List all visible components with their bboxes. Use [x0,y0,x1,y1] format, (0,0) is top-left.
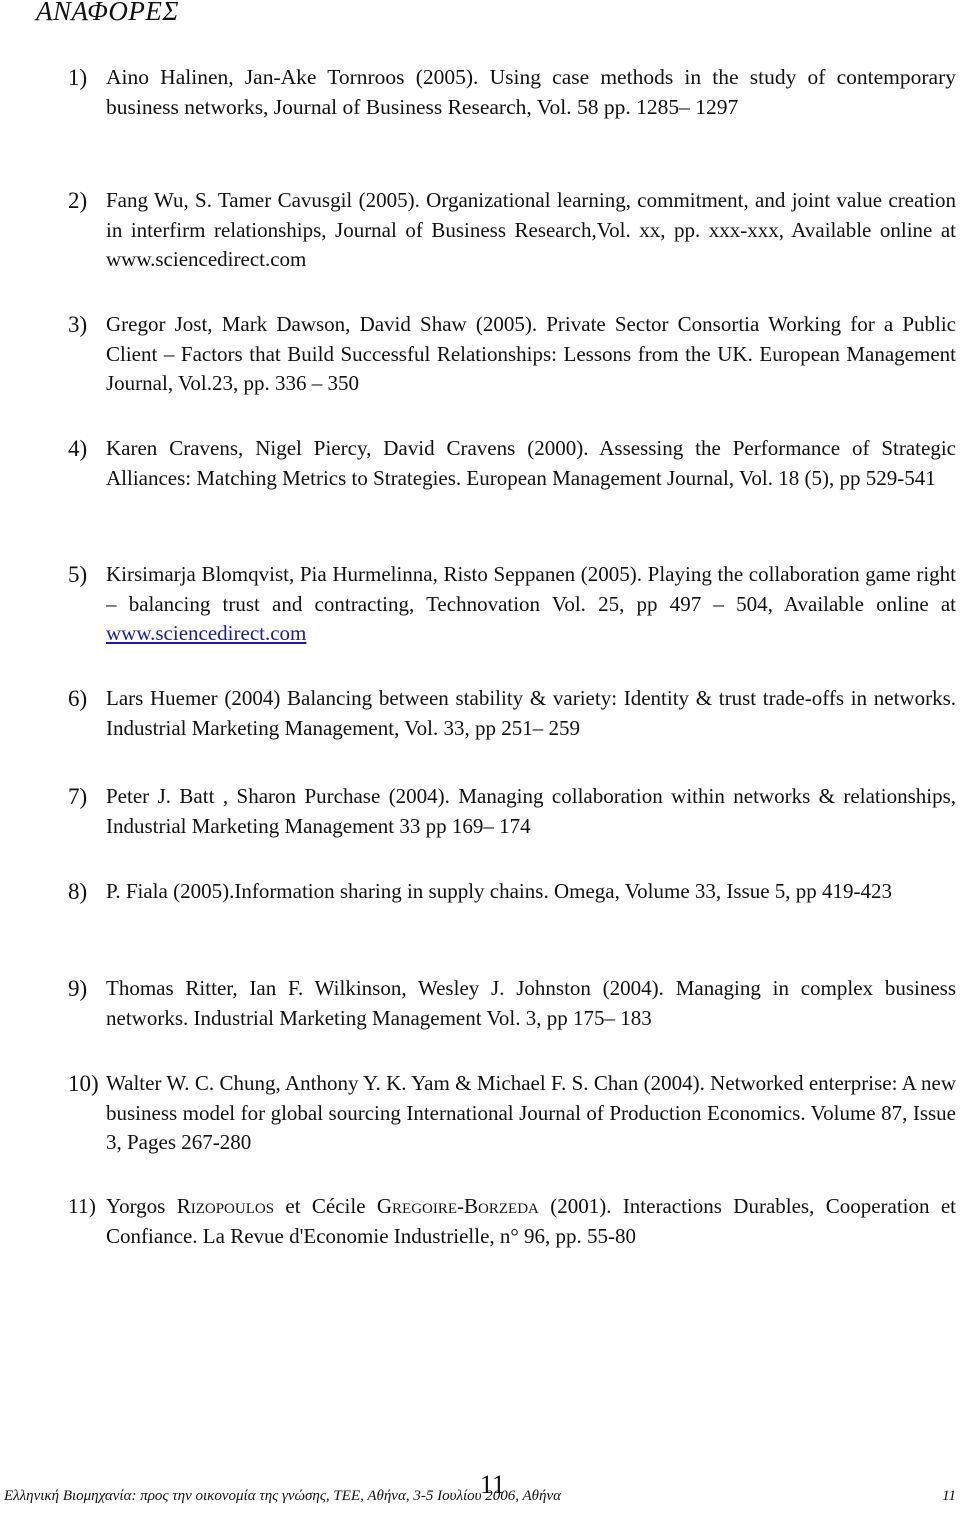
footer-text: Ελληνική Βιομηχανία: προς την οικονομία … [4,1488,561,1504]
reference-item-7: 7) Peter J. Batt , Sharon Purchase (2004… [68,782,956,841]
reference-text: Gregor Jost, Mark Dawson, David Shaw (20… [106,312,956,395]
reference-number: 1) [68,65,88,90]
reference-number: 6) [68,686,88,711]
reference-item-4: 4) Karen Cravens, Nigel Piercy, David Cr… [68,434,956,493]
reference-number: 7) [68,784,88,809]
reference-item-9: 9) Thomas Ritter, Ian F. Wilkinson, Wesl… [68,974,956,1033]
page-title: ΑΝΑΦΟΡΕΣ [36,0,179,26]
reference-item-10: 10) Walter W. C. Chung, Anthony Y. K. Ya… [68,1069,956,1158]
reference-item-5: 5) Kirsimarja Blomqvist, Pia Hurmelinna,… [68,560,956,649]
reference-item-8: 8) P. Fiala (2005).Information sharing i… [68,877,956,907]
reference-number: 9) [68,976,88,1001]
reference-item-6: 6) Lars Huemer (2004) Balancing between … [68,684,956,743]
reference-text: Thomas Ritter, Ian F. Wilkinson, Wesley … [106,976,956,1030]
sciencedirect-link[interactable]: www.sciencedirect.com [106,621,306,645]
author-2-last-name: Gregoire-Borzeda [376,1194,539,1218]
reference-number: 8) [68,879,88,904]
author-connector: et Cécile [274,1194,377,1218]
reference-number: 11) [68,1194,96,1218]
reference-number: 5) [68,562,88,587]
reference-text: Peter J. Batt , Sharon Purchase (2004). … [106,784,956,838]
reference-item-2: 2) Fang Wu, S. Tamer Cavusgil (2005). Or… [68,186,956,275]
reference-number: 2) [68,188,88,213]
reference-text: Walter W. C. Chung, Anthony Y. K. Yam & … [106,1071,956,1154]
reference-item-11: 11) Yorgos Rizopoulos et Cécile Gregoire… [68,1192,956,1251]
author-1-last-name: Rizopoulos [176,1194,275,1218]
reference-text: Fang Wu, S. Tamer Cavusgil (2005). Organ… [106,188,956,271]
reference-text: Yorgos Rizopoulos et Cécile Gregoire-Bor… [106,1192,956,1251]
reference-text: P. Fiala (2005).Information sharing in s… [106,879,893,903]
reference-item-1: 1) Aino Halinen, Jan-Ake Tornroos (2005)… [68,63,956,122]
reference-text-main: Kirsimarja Blomqvist, Pia Hurmelinna, Ri… [106,562,956,616]
author-1-first-name: Yorgos [106,1194,177,1218]
reference-text: Karen Cravens, Nigel Piercy, David Crave… [106,436,956,490]
reference-text: Aino Halinen, Jan-Ake Tornroos (2005). U… [106,65,956,119]
reference-item-3: 3) Gregor Jost, Mark Dawson, David Shaw … [68,310,956,399]
footer-page-number: 11 [942,1488,956,1504]
reference-number: 4) [68,436,88,461]
reference-text: Lars Huemer (2004) Balancing between sta… [106,686,956,740]
reference-text: Kirsimarja Blomqvist, Pia Hurmelinna, Ri… [106,560,956,649]
reference-number: 10) [68,1071,99,1096]
reference-number: 3) [68,312,88,337]
